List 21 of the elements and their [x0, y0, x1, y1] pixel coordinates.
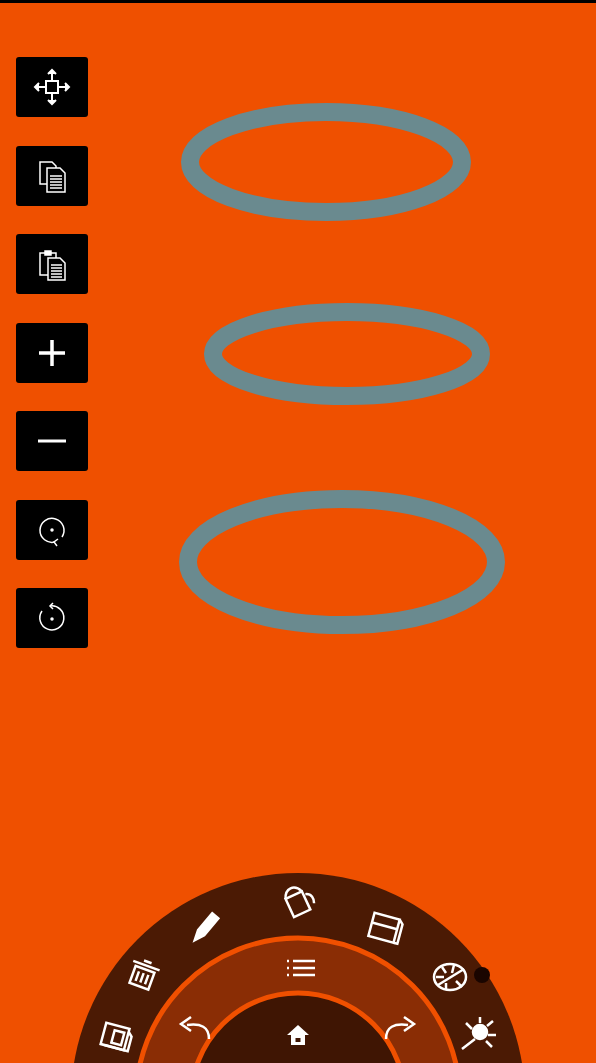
minus-icon [38, 439, 66, 443]
list-icon[interactable] [285, 959, 317, 977]
home-icon [287, 1025, 309, 1045]
copy-button[interactable] [16, 145, 88, 206]
trash-icon[interactable] [127, 959, 161, 992]
palette-icon[interactable] [432, 962, 468, 992]
document-icon[interactable] [99, 1021, 133, 1053]
paint-bucket-icon[interactable] [283, 886, 316, 919]
plus-button[interactable] [16, 322, 88, 383]
palette-dot [474, 967, 490, 983]
eraser-icon[interactable] [366, 911, 404, 946]
undo-icon[interactable] [179, 1015, 211, 1041]
rotate-counterclockwise-button[interactable] [16, 588, 88, 648]
sun-icon[interactable] [460, 1015, 498, 1051]
move-button[interactable] [16, 57, 88, 117]
redo-icon[interactable] [384, 1015, 416, 1041]
pencil-icon[interactable] [192, 911, 221, 943]
move-icon [32, 67, 72, 107]
paste-button[interactable] [16, 234, 88, 294]
rotate-clockwise-button[interactable] [16, 499, 88, 560]
minus-button[interactable] [16, 411, 88, 471]
